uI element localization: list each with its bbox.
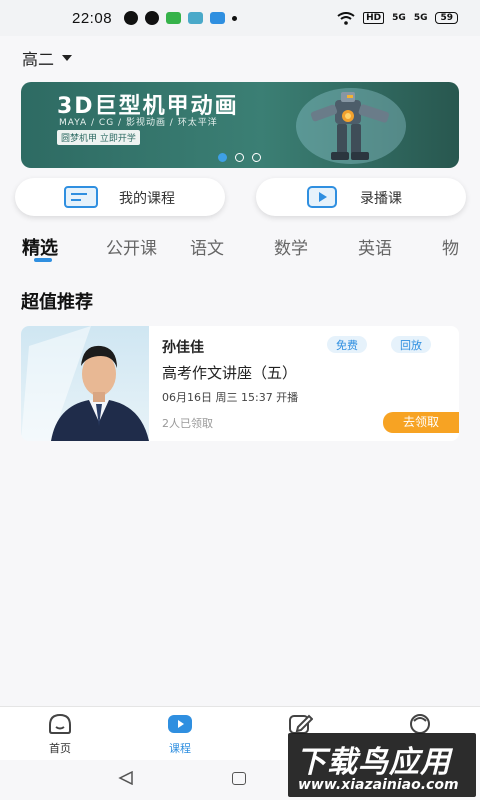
teacher-avatar-image [21, 326, 149, 441]
tab-physics[interactable]: 物 [442, 234, 480, 260]
back-triangle-icon[interactable] [118, 771, 134, 785]
watermark: 下载鸟应用 www.xiazainiao.com [288, 733, 476, 797]
battery-icon: 59 [435, 12, 458, 24]
claimed-count: 2人已领取 [162, 417, 213, 430]
grade-selector[interactable]: 高二 [22, 46, 73, 70]
tab-chinese[interactable]: 语文 [190, 234, 274, 260]
banner-tag: 圆梦机甲 立即开学 [57, 130, 140, 145]
play-video-icon [307, 186, 337, 208]
status-indicators: HD 5G 5G 59 [337, 11, 458, 25]
status-time: 22:08 [72, 9, 113, 27]
wechat-pay-icon [166, 12, 182, 24]
course-card[interactable]: 孙佳佳 免费 回放 高考作文讲座（五） 06月16日 周三 15:37 开播 2… [21, 326, 459, 441]
app-notification-icon [188, 12, 204, 24]
course-schedule: 06月16日 周三 15:37 开播 [162, 391, 299, 404]
signal-1-icon: 5G [392, 13, 406, 23]
tab-english[interactable]: 英语 [358, 234, 442, 260]
watermark-url: www.xiazainiao.com [298, 777, 459, 793]
banner-subtitle: MAYA / CG / 影视动画 / 环太平洋 [59, 118, 218, 128]
pagination-dot[interactable] [235, 153, 244, 162]
replay-badge: 回放 [391, 336, 431, 353]
recorded-courses-label: 录播课 [360, 191, 402, 207]
nav-course[interactable]: 课程 [150, 713, 210, 756]
course-play-icon [168, 715, 192, 733]
teacher-photo [21, 326, 149, 441]
grade-label: 高二 [22, 50, 55, 69]
watermark-title: 下载鸟应用 [296, 745, 451, 780]
nav-home[interactable]: 首页 [30, 713, 90, 756]
nav-course-label: 课程 [169, 742, 191, 755]
edit-icon [289, 714, 314, 734]
teacher-name: 孙佳佳 [162, 340, 204, 356]
nav-home-label: 首页 [49, 742, 71, 755]
more-notifications-icon [232, 15, 238, 21]
section-title: 超值推荐 [21, 292, 93, 313]
profile-icon [410, 714, 430, 734]
my-courses-label: 我的课程 [119, 191, 175, 207]
hd-indicator: HD [363, 12, 385, 24]
mech-robot-image [296, 88, 406, 164]
subject-tabs: 精选 公开课 语文 数学 英语 物 [22, 234, 480, 260]
chat-icon [124, 11, 139, 25]
tab-featured[interactable]: 精选 [22, 234, 106, 260]
chevron-down-icon [62, 55, 73, 61]
telegram-icon [210, 12, 226, 24]
my-courses-button[interactable]: 我的课程 [15, 178, 225, 216]
active-tab-indicator [34, 258, 52, 262]
course-title: 高考作文讲座（五） [162, 364, 298, 382]
recorded-courses-button[interactable]: 录播课 [256, 178, 466, 216]
course-list-icon [64, 186, 98, 208]
status-bar: 22:08 HD 5G 5G 59 [0, 0, 480, 36]
free-badge: 免费 [327, 336, 367, 353]
claim-button[interactable]: 去领取 [383, 412, 459, 433]
home-square-icon[interactable] [232, 772, 246, 785]
tab-math[interactable]: 数学 [274, 234, 358, 260]
tab-open-class[interactable]: 公开课 [106, 234, 190, 260]
wifi-icon [337, 11, 355, 25]
pagination-dot[interactable] [252, 153, 261, 162]
pagination-dot-active[interactable] [218, 153, 227, 162]
home-face-icon [49, 713, 71, 734]
notification-icons [124, 11, 238, 25]
banner-pagination [218, 153, 261, 162]
signal-2-icon: 5G [413, 13, 428, 23]
messenger-icon [145, 11, 160, 25]
